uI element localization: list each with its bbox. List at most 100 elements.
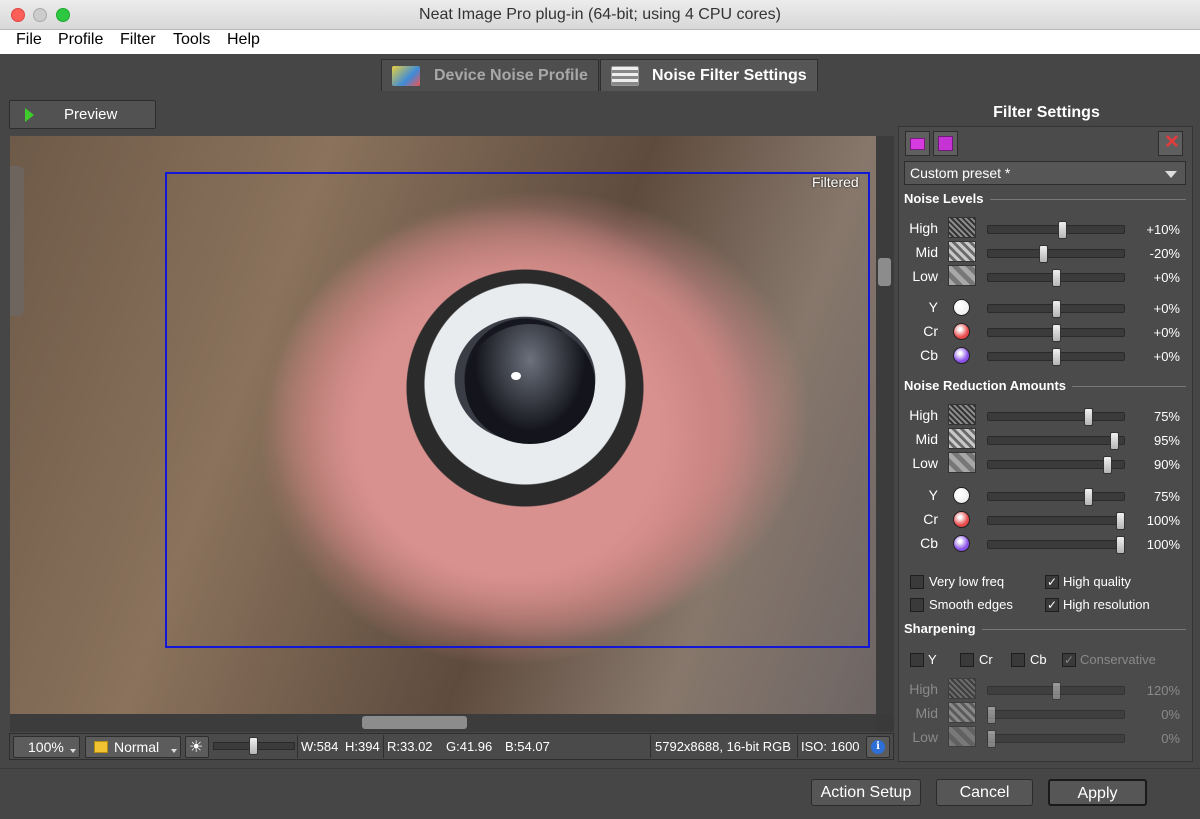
preview-label: Preview [64,106,118,123]
slider-track-cr[interactable] [987,516,1125,525]
conservative-checkbox[interactable]: ✓ [1062,653,1076,667]
chevron-down-icon [1165,171,1177,178]
action-setup-button[interactable]: Action Setup [811,779,921,806]
high-frequency-icon [948,217,976,238]
view-mode-dropdown[interactable]: Normal [85,736,181,758]
low-frequency-icon [948,265,976,286]
view-mode-value: Normal [114,739,160,755]
slider-thumb-cb[interactable] [1051,348,1061,366]
slider-label-y: Y [928,487,938,503]
slider-value-high: 120% [1146,683,1180,698]
menu-profile[interactable]: Profile [58,31,103,49]
zoom-value: 100% [28,739,64,755]
dropdown-arrow-icon [70,749,76,753]
zoom-dropdown[interactable]: 100% [13,736,80,758]
high-resolution-checkbox[interactable]: ✓ [1045,598,1059,612]
sharpen-cr-checkbox[interactable] [960,653,974,667]
window-title: Neat Image Pro plug-in (64-bit; using 4 … [419,6,781,23]
slider-thumb-low[interactable] [1051,269,1061,287]
sliders-icon [611,66,639,86]
slider-value-cr: +0% [1153,325,1180,340]
menu-tools[interactable]: Tools [173,31,210,49]
selection-height: H:394 [345,739,380,754]
apply-button[interactable]: Apply [1048,779,1147,806]
preset-dropdown[interactable]: Custom preset * [904,161,1186,185]
play-icon [25,108,34,122]
vertical-scrollbar[interactable] [876,136,894,714]
high-resolution-label: High resolution [1063,597,1150,612]
slider-track-y[interactable] [987,492,1125,501]
sharpen-y-checkbox[interactable] [910,653,924,667]
separator [797,735,798,758]
slider-track-high[interactable] [987,225,1125,234]
slider-label-mid: Mid [915,244,938,260]
cancel-button[interactable]: Cancel [936,779,1033,806]
menu-help[interactable]: Help [227,31,260,49]
menu-file[interactable]: File [16,31,42,49]
menu-filter[interactable]: Filter [120,31,156,49]
zoom-window-button[interactable] [56,8,70,22]
image-info: 5792x8688, 16-bit RGB [655,739,791,754]
very-low-freq-checkbox[interactable] [910,575,924,589]
minimize-window-button[interactable] [33,8,47,22]
slider-track-mid[interactable] [987,710,1125,719]
slider-value-y: 75% [1153,489,1180,504]
brightness-button[interactable]: ☀ [185,736,209,758]
save-preset-button[interactable] [933,131,958,156]
slider-label-cr: Cr [923,323,938,339]
cr-channel-icon [953,511,970,528]
slider-value-cb: +0% [1153,349,1180,364]
slider-value-cb: 100% [1146,537,1180,552]
slider-label-cb: Cb [920,347,938,363]
slider-thumb-mid[interactable] [987,706,996,724]
panel-title: Filter Settings [993,104,1100,121]
slider-label-cr: Cr [923,511,938,527]
open-preset-button[interactable] [905,131,930,156]
vertical-scroll-thumb[interactable] [878,258,891,286]
slider-track-high[interactable] [987,412,1125,421]
preview-button[interactable]: Preview [9,100,156,129]
slider-track-cb[interactable] [987,540,1125,549]
sharpen-cb-label: Cb [1030,652,1047,667]
close-window-button[interactable] [11,8,25,22]
scroll-corner [876,714,894,732]
cr-channel-icon [953,323,970,340]
menu-bar: File Profile Filter Tools Help [0,30,1200,54]
mid-frequency-icon [948,702,976,723]
slider-label-low: Low [912,455,938,471]
filtered-region-frame[interactable] [165,172,870,648]
brightness-slider-thumb[interactable] [248,737,258,755]
filtered-label: Filtered [812,174,859,190]
tab-noise-filter-settings[interactable]: Noise Filter Settings [600,59,818,91]
sharpen-cb-checkbox[interactable] [1011,653,1025,667]
tab-device-noise-profile[interactable]: Device Noise Profile [381,59,599,91]
slider-value-mid: 95% [1153,433,1180,448]
slider-thumb-cr[interactable] [1051,324,1061,342]
slider-label-high: High [909,407,938,423]
slider-thumb-y[interactable] [1083,488,1093,506]
horizontal-scroll-thumb[interactable] [362,716,467,729]
slider-track-low[interactable] [987,734,1125,743]
info-button[interactable]: i [866,736,890,758]
slider-value-cr: 100% [1146,513,1180,528]
slider-thumb-high[interactable] [1051,682,1061,700]
slider-track-mid[interactable] [987,249,1125,258]
slider-thumb-high[interactable] [1083,408,1093,426]
slider-thumb-low[interactable] [987,730,996,748]
slider-thumb-mid[interactable] [1038,245,1048,263]
separator [650,735,651,758]
slider-thumb-y[interactable] [1051,300,1061,318]
high-quality-checkbox[interactable]: ✓ [1045,575,1059,589]
smooth-edges-checkbox[interactable] [910,598,924,612]
sharpen-cr-label: Cr [979,652,993,667]
slider-track-mid[interactable] [987,436,1125,445]
slider-value-high: +10% [1146,222,1180,237]
side-collapse-handle[interactable] [10,166,24,316]
noise-reduction-heading: Noise Reduction Amounts [904,378,1067,393]
divider [982,629,1186,630]
sharpening-heading: Sharpening [904,621,976,636]
slider-value-low: 0% [1161,731,1180,746]
slider-value-mid: 0% [1161,707,1180,722]
reset-preset-button[interactable]: ✕ [1158,131,1183,156]
slider-thumb-high[interactable] [1057,221,1067,239]
